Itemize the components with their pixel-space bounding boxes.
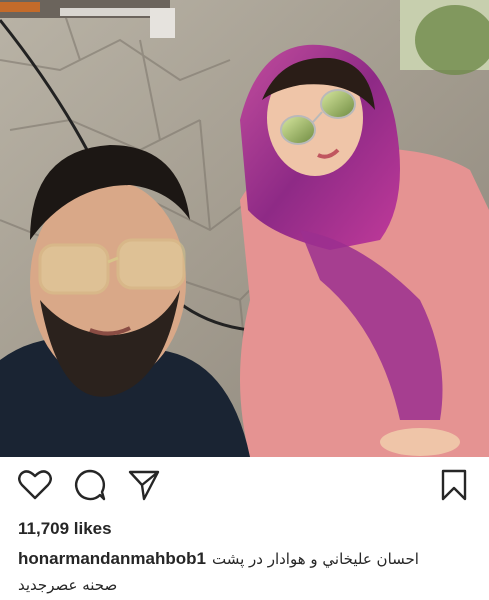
comment-button[interactable] xyxy=(72,469,108,505)
username-link[interactable]: honarmandanmahbob1 xyxy=(18,549,206,568)
send-icon xyxy=(127,468,161,507)
likes-count[interactable]: 11,709 likes xyxy=(18,519,112,539)
heart-icon xyxy=(18,469,52,506)
comment-icon xyxy=(73,468,107,507)
post-photo[interactable] xyxy=(0,0,489,457)
post-actions-bar xyxy=(0,457,489,515)
bookmark-icon xyxy=(439,468,469,507)
like-button[interactable] xyxy=(17,469,53,505)
save-button[interactable] xyxy=(436,469,472,505)
share-button[interactable] xyxy=(126,469,162,505)
caption-text-line1: احسان عليخاني و هوادار در پشت xyxy=(211,550,419,568)
post-caption: honarmandanmahbob1 احسان عليخاني و هوادار… xyxy=(18,545,458,599)
caption-text-line2: صحنه عصرجديد xyxy=(18,576,118,594)
